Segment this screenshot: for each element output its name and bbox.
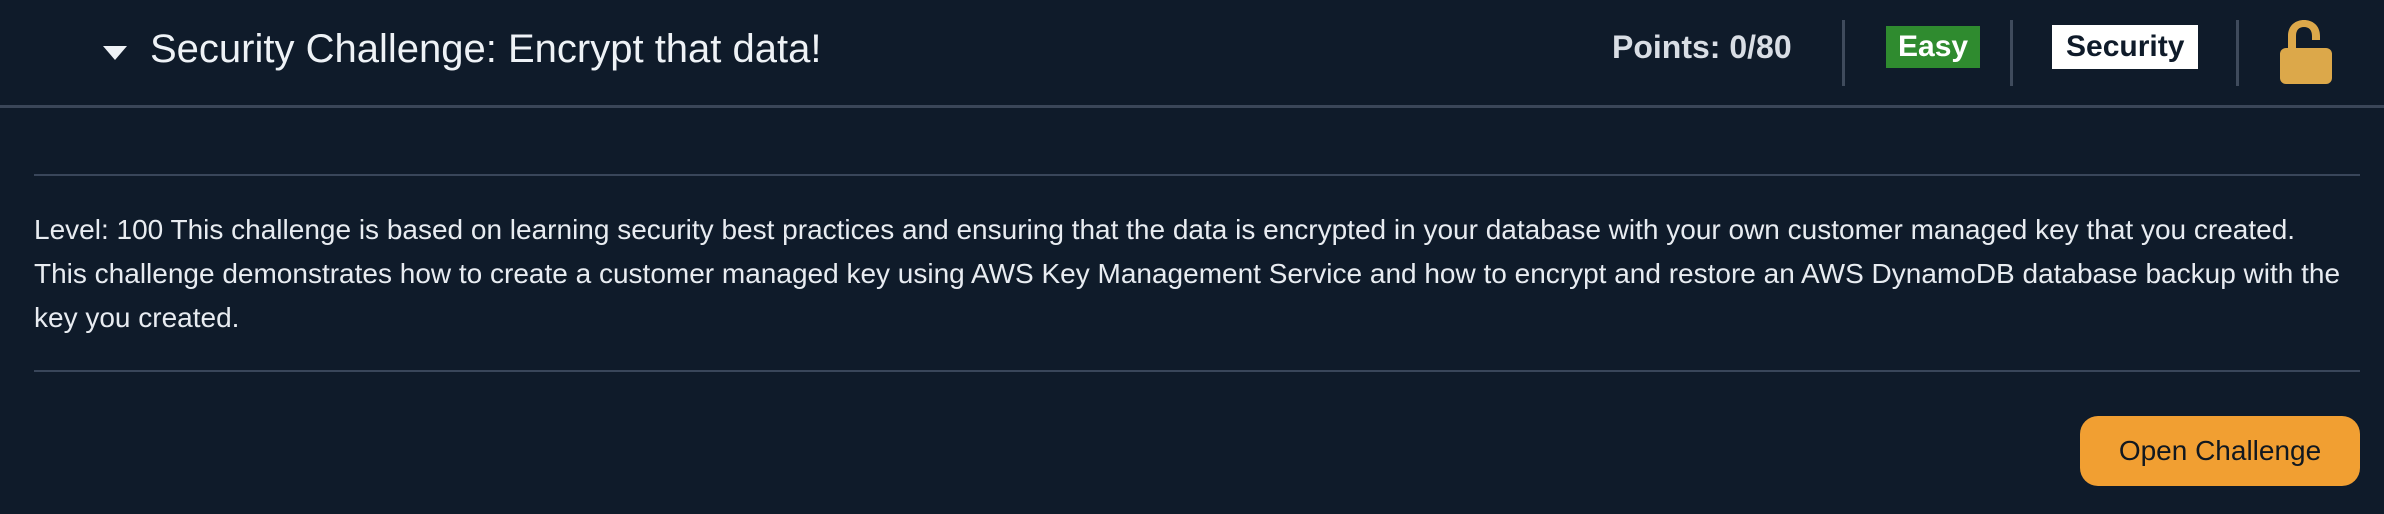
challenge-title: Security Challenge: Encrypt that data! <box>150 27 822 71</box>
unlocked-padlock-icon[interactable] <box>2276 18 2336 86</box>
caret-down-icon[interactable] <box>100 38 130 68</box>
points-label: Points: 0/80 <box>1612 29 1792 65</box>
divider <box>2236 20 2239 86</box>
difficulty-badge: Easy <box>1886 26 1981 68</box>
divider-bottom <box>34 370 2360 372</box>
divider <box>1842 20 1845 86</box>
challenge-card: Security Challenge: Encrypt that data! P… <box>0 0 2384 514</box>
challenge-description: Level: 100 This challenge is based on le… <box>34 214 2348 333</box>
challenge-header[interactable]: Security Challenge: Encrypt that data! P… <box>0 0 2384 108</box>
category-badge: Security <box>2052 25 2199 69</box>
divider <box>2010 20 2013 86</box>
open-challenge-button[interactable]: Open Challenge <box>2080 416 2360 486</box>
divider-top <box>34 174 2360 176</box>
